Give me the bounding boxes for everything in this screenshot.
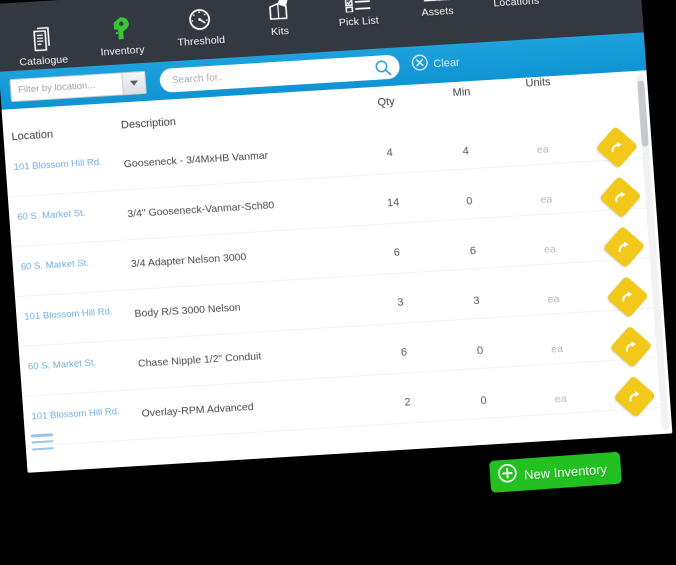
clear-button[interactable]: Clear (411, 52, 461, 77)
screenshot-stage: Catalogue Inventory Threshold Kits Pick … (0, 0, 676, 565)
nav-label-catalogue: Catalogue (19, 53, 69, 69)
row-min: 3 (472, 294, 480, 307)
nav-item-locations[interactable]: Locations (475, 0, 559, 42)
open-box-icon (262, 0, 294, 26)
clear-label: Clear (433, 56, 461, 71)
row-description: 3/4 Adapter Nelson 3000 (130, 250, 247, 270)
row-location-link[interactable]: 101 Blossom Hill Rd. (13, 156, 102, 172)
barcode-scanner-icon (105, 13, 137, 45)
new-inventory-button[interactable]: New Inventory (489, 451, 623, 493)
row-min: 0 (465, 194, 473, 208)
location-filter-placeholder: Filter by location... (17, 79, 96, 96)
row-qty: 3 (396, 296, 404, 309)
column-header-min: Min (452, 86, 471, 100)
row-location-link[interactable]: 101 Blossom Hill Rd. (31, 406, 120, 422)
row-min: 0 (480, 394, 488, 407)
row-units: ea (543, 242, 557, 256)
transfer-arrow-icon[interactable] (613, 374, 656, 418)
nav-item-kits[interactable]: Kits (237, 0, 321, 57)
row-location-link[interactable]: 60 S. Market St. (28, 357, 97, 372)
row-description: Body R/S 3000 Nelson (134, 301, 241, 320)
nav-item-pick-list[interactable]: Pick List (316, 0, 400, 52)
location-filter-select[interactable]: Filter by location... (9, 70, 147, 102)
search-icon[interactable] (369, 58, 396, 77)
row-min: 6 (469, 244, 477, 257)
row-description: Gooseneck - 3/4MxHB Vanmar (123, 149, 269, 170)
nav-label-locations: Locations (493, 0, 540, 10)
row-units: ea (547, 292, 560, 306)
nav-label-kits: Kits (270, 25, 290, 39)
row-description: 3/4" Gooseneck-Vanmar-Sch80 (126, 198, 275, 220)
row-units: ea (540, 192, 553, 206)
row-qty: 6 (393, 246, 401, 259)
row-location-link[interactable]: 101 Blossom Hill Rd. (24, 306, 113, 322)
row-location-link[interactable]: 60 S. Market St. (17, 207, 86, 222)
hamburger-menu-icon[interactable] (30, 433, 54, 451)
app-window: Catalogue Inventory Threshold Kits Pick … (0, 0, 673, 473)
nav-item-assets[interactable]: Assets (396, 0, 480, 47)
nav-item-inventory[interactable]: Inventory (79, 0, 163, 67)
row-min: 0 (476, 344, 484, 357)
nav-item-catalogue[interactable]: Catalogue (0, 0, 84, 71)
table-body: 101 Blossom Hill Rd. Gooseneck - 3/4MxHB … (4, 108, 671, 447)
row-units: ea (554, 392, 567, 405)
column-header-qty: Qty (377, 95, 396, 109)
column-header-units: Units (525, 76, 551, 90)
row-qty: 4 (386, 146, 394, 159)
nav-item-threshold[interactable]: Threshold (158, 0, 242, 62)
nav-label-assets: Assets (421, 4, 455, 19)
row-min: 4 (462, 144, 470, 158)
row-qty: 14 (386, 196, 400, 209)
nav-label-pick-list: Pick List (338, 14, 380, 29)
inventory-table: Location Description Qty Min Units 101 B… (1, 70, 673, 473)
gauge-icon (184, 4, 216, 36)
app-screen: Catalogue Inventory Threshold Kits Pick … (0, 0, 673, 473)
checklist-icon (341, 0, 373, 16)
row-description: Chase Nipple 1/2" Conduit (137, 349, 262, 370)
row-units: ea (550, 342, 564, 356)
row-qty: 2 (404, 395, 411, 409)
row-units: ea (536, 142, 550, 156)
new-inventory-label: New Inventory (523, 461, 608, 483)
plus-circle-icon (497, 463, 518, 488)
chevron-down-icon[interactable] (121, 71, 146, 94)
row-description: Overlay-RPM Advanced (141, 400, 254, 420)
nav-item-pos[interactable]: PO's (554, 0, 638, 38)
row-qty: 6 (400, 345, 408, 359)
close-circle-icon (411, 54, 430, 77)
nav-label-threshold: Threshold (177, 33, 226, 49)
catalogue-icon (26, 23, 58, 55)
nav-label-inventory: Inventory (100, 43, 146, 59)
search-input-placeholder: Search for.. (171, 71, 224, 86)
row-location-link[interactable]: 60 S. Market St. (20, 257, 89, 272)
